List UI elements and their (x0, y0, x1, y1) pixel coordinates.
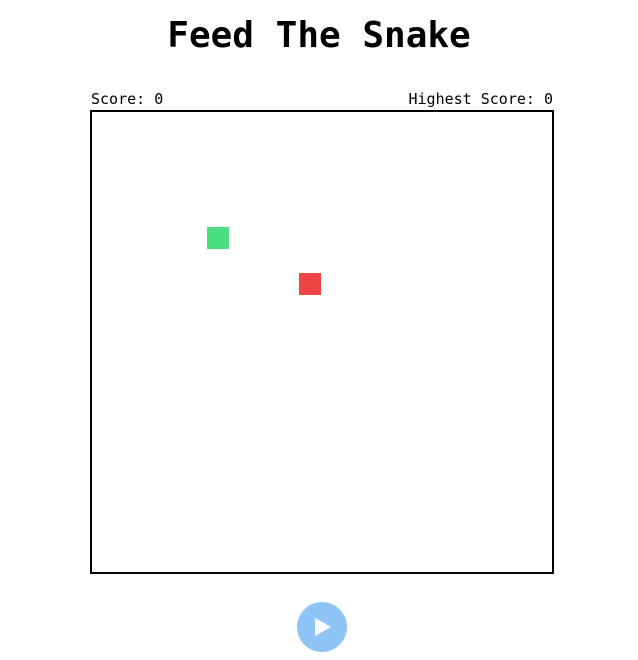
game-title: Feed The Snake (167, 15, 471, 56)
game-board[interactable] (90, 110, 554, 574)
play-button[interactable] (297, 602, 347, 652)
play-icon (315, 618, 331, 636)
snake-segment (207, 227, 229, 249)
food-item (299, 273, 321, 295)
score-bar: Score: 0 Highest Score: 0 (91, 89, 553, 109)
highest-score: Highest Score: 0 (408, 90, 554, 108)
current-score: Score: 0 (91, 90, 164, 108)
